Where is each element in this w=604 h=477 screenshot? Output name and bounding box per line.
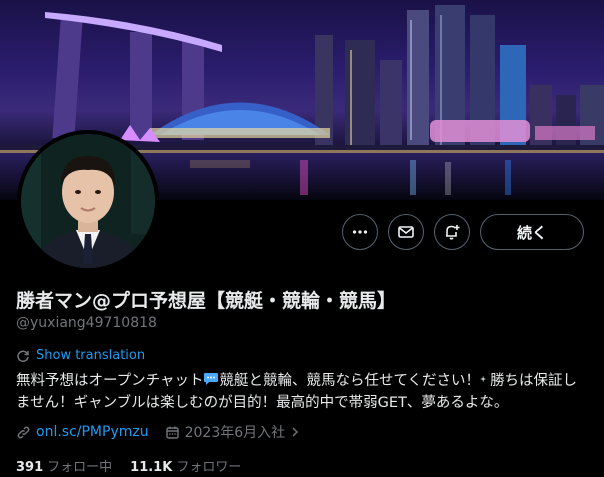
- calendar-icon: [165, 426, 179, 439]
- followers-label: フォロワー: [176, 460, 242, 475]
- notify-button[interactable]: [434, 214, 470, 250]
- translate-icon: [17, 350, 29, 362]
- user-handle: @yuxiang49710818: [16, 315, 157, 331]
- following-label: フォロー中: [47, 460, 113, 475]
- profile-link-text[interactable]: onl.sc/PMPymzu: [36, 424, 149, 440]
- mail-icon: [398, 226, 414, 238]
- sparkle-icon: [480, 375, 487, 383]
- profile-avatar[interactable]: [17, 130, 159, 272]
- followers-count: 11.1K: [130, 460, 173, 475]
- more-button[interactable]: [342, 214, 378, 250]
- followers-stat[interactable]: 11.1K フォロワー: [130, 456, 241, 475]
- chevron-right-icon[interactable]: [290, 426, 300, 438]
- avatar-portrait-image: [21, 134, 155, 268]
- profile-meta: onl.sc/PMPymzu 2023年6月入社: [16, 422, 300, 442]
- profile-bio: 無料予想はオープンチャット 競艇と競輪、競馬なら任せてください！ 勝ちは保証しません…: [16, 370, 586, 414]
- speech-bubble-icon: [204, 373, 219, 385]
- profile-link[interactable]: onl.sc/PMPymzu: [16, 424, 149, 440]
- message-button[interactable]: [388, 214, 424, 250]
- bio-text-part1: 無料予想はオープンチャット: [16, 373, 204, 389]
- following-count: 391: [16, 460, 44, 475]
- more-icon: [352, 230, 368, 234]
- display-name: 勝者マン@プロ予想屋【競艇・競輪・競馬】: [16, 290, 397, 312]
- joined-date: 2023年6月入社: [165, 422, 301, 442]
- show-translation-label: Show translation: [36, 348, 146, 363]
- bio-text-part2: 競艇と競輪、競馬なら任せてください！: [219, 373, 481, 389]
- profile-stats: 391 フォロー中 11.1K フォロワー: [16, 456, 241, 475]
- following-stat[interactable]: 391 フォロー中: [16, 456, 112, 475]
- show-translation-link[interactable]: Show translation: [16, 348, 145, 363]
- follow-button[interactable]: 続く: [480, 214, 584, 250]
- profile-actions: 続く: [342, 214, 584, 250]
- link-icon: [17, 426, 30, 438]
- joined-date-text: 2023年6月入社: [184, 425, 286, 441]
- bell-plus-icon: [446, 225, 460, 240]
